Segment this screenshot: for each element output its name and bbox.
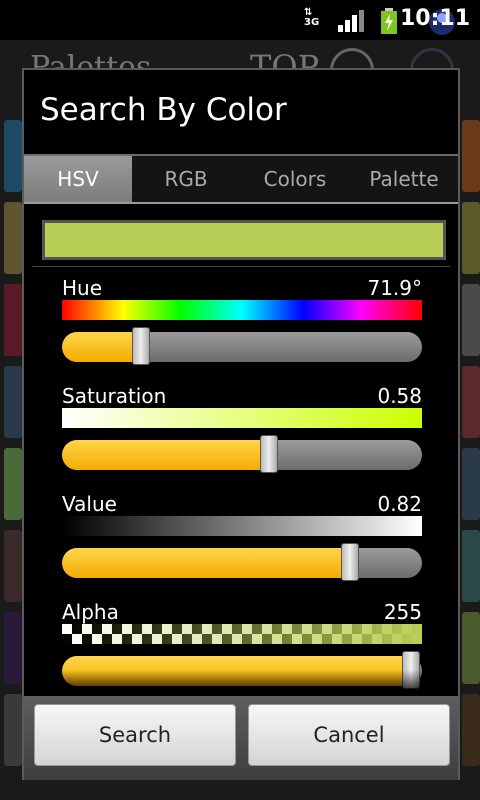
tab-rgb[interactable]: RGB xyxy=(132,156,240,202)
value-slider-fill xyxy=(62,548,350,578)
alpha-checkerboard xyxy=(62,624,422,644)
saturation-slider-fill xyxy=(62,440,269,470)
search-by-color-dialog: Search By Color HSV RGB Colors Palette H… xyxy=(22,68,460,780)
tab-underline xyxy=(24,202,458,204)
value-gradient xyxy=(62,516,422,536)
value-slider[interactable] xyxy=(62,548,422,578)
background-swatch xyxy=(4,120,22,192)
background-swatch xyxy=(4,694,22,766)
alpha-label: Alpha xyxy=(62,600,119,624)
status-bar: ⇅ 3G 10:11 xyxy=(0,0,480,40)
background-swatch xyxy=(4,366,22,438)
network-type: 3G xyxy=(304,17,320,28)
alpha-value: 255 xyxy=(383,600,422,624)
hue-label: Hue xyxy=(62,276,103,300)
tab-colors[interactable]: Colors xyxy=(240,156,350,202)
background-swatch xyxy=(462,612,480,684)
dialog-title: Search By Color xyxy=(40,92,287,128)
background-swatch xyxy=(4,448,22,520)
background-swatch xyxy=(462,120,480,192)
background-swatch xyxy=(462,448,480,520)
saturation-value: 0.58 xyxy=(377,384,422,408)
hue-spectrum xyxy=(62,300,422,320)
hue-slider-fill xyxy=(62,332,142,362)
background-swatch xyxy=(462,530,480,602)
background-swatch xyxy=(462,284,480,356)
data-arrows-icon: ⇅ 3G xyxy=(304,7,320,28)
alpha-gradient xyxy=(62,624,422,644)
hue-slider-thumb[interactable] xyxy=(132,327,151,365)
background-swatch xyxy=(4,530,22,602)
signal-icon xyxy=(338,10,364,32)
tab-hsv[interactable]: HSV xyxy=(24,156,132,202)
scroll-fade xyxy=(24,670,458,696)
value-slider-thumb[interactable] xyxy=(341,543,359,581)
value-label: Value xyxy=(62,492,117,516)
saturation-slider-thumb[interactable] xyxy=(260,435,278,473)
cancel-button[interactable]: Cancel xyxy=(248,704,450,766)
button-bar: Search Cancel xyxy=(24,696,458,780)
background-swatch xyxy=(4,612,22,684)
tab-palette[interactable]: Palette xyxy=(350,156,458,202)
value-value: 0.82 xyxy=(377,492,422,516)
tab-bar: HSV RGB Colors Palette xyxy=(24,156,458,204)
background-swatch xyxy=(462,694,480,766)
preview-divider xyxy=(32,266,450,267)
background-swatch xyxy=(462,202,480,274)
background-swatch xyxy=(4,284,22,356)
clock: 10:11 xyxy=(399,6,470,31)
battery-charging-icon xyxy=(381,8,397,34)
saturation-slider[interactable] xyxy=(62,440,422,470)
saturation-gradient xyxy=(62,408,422,428)
background-swatch xyxy=(4,202,22,274)
hue-value: 71.9° xyxy=(367,276,422,300)
hue-slider[interactable] xyxy=(62,332,422,362)
search-button[interactable]: Search xyxy=(34,704,236,766)
color-preview xyxy=(42,220,446,260)
background-swatch xyxy=(462,366,480,438)
saturation-label: Saturation xyxy=(62,384,167,408)
